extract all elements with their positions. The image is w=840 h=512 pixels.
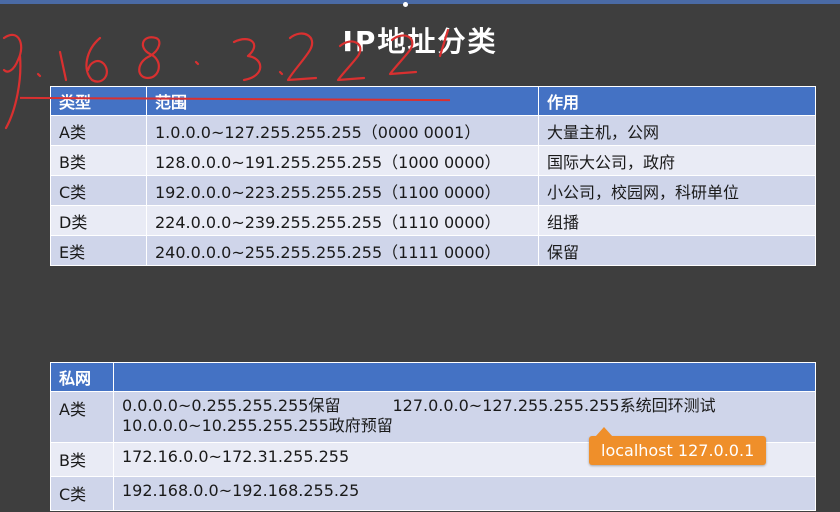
range-government: 10.0.0.0~10.255.255.255政府预留 bbox=[122, 416, 393, 435]
table-header-row: 私网 bbox=[50, 362, 816, 392]
top-progress-bar bbox=[0, 0, 840, 4]
cell-use: 大量主机，公网 bbox=[538, 115, 816, 146]
cell-range: 128.0.0.0~191.255.255.255（1000 0000） bbox=[146, 145, 539, 176]
table-row: C类 192.168.0.0~192.168.255.25 bbox=[50, 476, 816, 511]
header-empty bbox=[113, 362, 816, 392]
cell-range: 192.0.0.0~223.255.255.255（1100 0000） bbox=[146, 175, 539, 206]
slide-title: IP地址分类 bbox=[342, 25, 498, 58]
cell-range: 192.168.0.0~192.168.255.25 bbox=[113, 476, 816, 511]
table-row: C类 192.0.0.0~223.255.255.255（1100 0000） … bbox=[50, 175, 816, 206]
table-row: B类 128.0.0.0~191.255.255.255（1000 0000） … bbox=[50, 145, 816, 176]
cell-type: E类 bbox=[50, 235, 147, 266]
cell-type: C类 bbox=[50, 476, 114, 511]
cell-range: 224.0.0.0~239.255.255.255（1110 0000） bbox=[146, 205, 539, 236]
header-private: 私网 bbox=[50, 362, 114, 392]
header-type: 类型 bbox=[50, 86, 147, 116]
cursor-dot bbox=[403, 2, 408, 7]
range-line-1: 0.0.0.0~0.255.255.255保留 127.0.0.0~127.255… bbox=[122, 396, 807, 416]
cell-type: B类 bbox=[50, 145, 147, 176]
cell-type: C类 bbox=[50, 175, 147, 206]
cell-use: 组播 bbox=[538, 205, 816, 236]
header-range: 范围 bbox=[146, 86, 539, 116]
table-row: A类 0.0.0.0~0.255.255.255保留 127.0.0.0~127.… bbox=[50, 391, 816, 443]
cell-range: 0.0.0.0~0.255.255.255保留 127.0.0.0~127.255… bbox=[113, 391, 816, 443]
ip-class-table: 类型 范围 作用 A类 1.0.0.0~127.255.255.255（0000… bbox=[50, 86, 816, 266]
table-row: D类 224.0.0.0~239.255.255.255（1110 0000） … bbox=[50, 205, 816, 236]
slide-canvas: IP地址分类 类型 范围 作用 A类 1.0.0.0~127.255.255.2… bbox=[0, 0, 840, 512]
cell-use: 国际大公司，政府 bbox=[538, 145, 816, 176]
cell-use: 小公司，校园网，科研单位 bbox=[538, 175, 816, 206]
cell-type: D类 bbox=[50, 205, 147, 236]
cell-type: A类 bbox=[50, 115, 147, 146]
cell-range: 1.0.0.0~127.255.255.255（0000 0001） bbox=[146, 115, 539, 146]
table-row: E类 240.0.0.0~255.255.255.255（1111 0000） … bbox=[50, 235, 816, 266]
range-reserved: 0.0.0.0~0.255.255.255保留 bbox=[122, 396, 341, 415]
table-row: A类 1.0.0.0~127.255.255.255（0000 0001） 大量… bbox=[50, 115, 816, 146]
localhost-callout: localhost 127.0.0.1 bbox=[589, 427, 767, 465]
cell-type: B类 bbox=[50, 442, 114, 477]
header-use: 作用 bbox=[538, 86, 816, 116]
cell-type: A类 bbox=[50, 391, 114, 443]
cell-range: 240.0.0.0~255.255.255.255（1111 0000） bbox=[146, 235, 539, 266]
range-loopback: 127.0.0.0~127.255.255.255系统回环测试 bbox=[392, 396, 716, 415]
cell-use: 保留 bbox=[538, 235, 816, 266]
